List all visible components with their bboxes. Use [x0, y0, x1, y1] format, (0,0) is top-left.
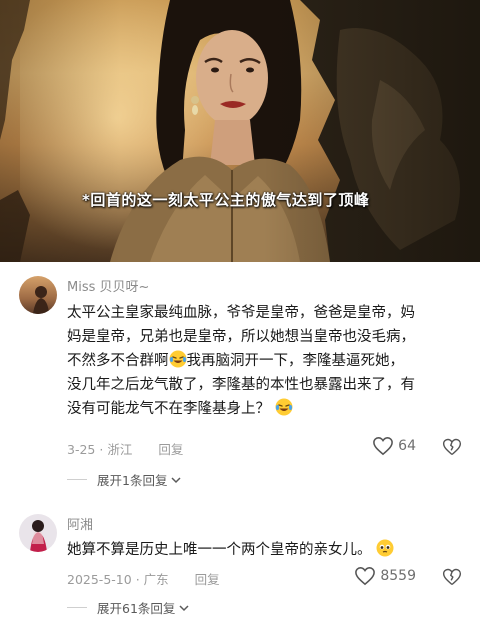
avatar[interactable]: [19, 514, 57, 552]
comment-meta: 2025-5-10 · 广东 回复: [67, 569, 220, 588]
divider-line: [67, 479, 87, 480]
comment-line-with-emoji: 她算不算是历史上唯一一个两个皇帝的亲女儿。: [67, 538, 462, 562]
like-count: 64: [398, 438, 416, 454]
meta-separator: ·: [99, 442, 104, 457]
comment-2: 阿湘 她算不算是历史上唯一一个两个皇帝的亲女儿。 2025-5-10 · 广东 …: [0, 502, 480, 640]
broken-heart-icon[interactable]: [442, 437, 462, 457]
chevron-down-icon: [179, 604, 189, 611]
comment-line-part: 她算不算是历史上唯一一个两个皇帝的亲女儿。: [67, 542, 372, 558]
reply-button[interactable]: 回复: [195, 572, 220, 587]
comment-date: 3-25: [67, 442, 96, 457]
expand-replies-button[interactable]: 展开61条回复: [67, 598, 189, 617]
video-subtitle: *回首的这一刻太平公主的傲气达到了顶峰: [82, 191, 370, 209]
comment-location: 广东: [143, 572, 169, 587]
laughing-crying-emoji: [169, 350, 186, 368]
comment-username[interactable]: Miss 贝贝呀~: [67, 276, 149, 295]
expand-replies-label: 展开1条回复: [97, 473, 168, 488]
comment-line: 没几年之后龙气散了，李隆基的本性也暴露出来了，有: [67, 377, 415, 393]
comment-meta: 3-25 · 浙江 回复: [67, 439, 183, 458]
teary-emoji: [376, 539, 393, 557]
comment-line-part: 没有可能龙气不在李隆基身上？: [67, 401, 270, 417]
expand-replies-button[interactable]: 展开1条回复: [67, 470, 181, 489]
comment-date: 2025-5-10: [67, 572, 132, 587]
comment-username[interactable]: 阿湘: [67, 514, 93, 533]
heart-icon: [355, 567, 376, 586]
comment-1: Miss 贝贝呀~ 太平公主皇家最纯血脉，爷爷是皇帝，爸爸是皇帝，妈 妈是皇帝，…: [0, 262, 480, 502]
comment-line-part: 我再脑洞开一下，李隆基逼死她，: [186, 353, 405, 369]
meta-separator: ·: [135, 572, 140, 587]
divider-line: [67, 607, 87, 608]
comment-location: 浙江: [107, 442, 133, 457]
comment-line: 妈是皇帝，兄弟也是皇帝，所以她想当皇帝也没毛病，: [67, 329, 415, 345]
comment-line-with-emoji: 没有可能龙气不在李隆基身上？: [67, 397, 462, 421]
comment-text: 太平公主皇家最纯血脉，爷爷是皇帝，爸爸是皇帝，妈 妈是皇帝，兄弟也是皇帝，所以她…: [67, 301, 462, 421]
comment-text: 她算不算是历史上唯一一个两个皇帝的亲女儿。: [67, 538, 462, 562]
avatar[interactable]: [19, 276, 57, 314]
comment-line-part: 不然多不合群啊: [67, 353, 169, 369]
comment-line-with-emoji: 不然多不合群啊 我再脑洞开一下，李隆基逼死她，: [67, 349, 462, 373]
broken-heart-icon[interactable]: [442, 567, 462, 587]
reply-button[interactable]: 回复: [158, 442, 183, 457]
chevron-down-icon: [171, 476, 181, 483]
video-vignette: [0, 0, 480, 262]
comment-line: 太平公主皇家最纯血脉，爷爷是皇帝，爸爸是皇帝，妈: [67, 305, 415, 321]
video-frame[interactable]: *回首的这一刻太平公主的傲气达到了顶峰: [0, 0, 480, 262]
laughing-crying-emoji: [275, 398, 293, 416]
like-count: 8559: [380, 568, 416, 584]
like-button[interactable]: 8559: [354, 566, 416, 586]
heart-icon: [373, 437, 394, 456]
expand-replies-label: 展开61条回复: [97, 601, 176, 616]
like-button[interactable]: 64: [372, 436, 416, 456]
